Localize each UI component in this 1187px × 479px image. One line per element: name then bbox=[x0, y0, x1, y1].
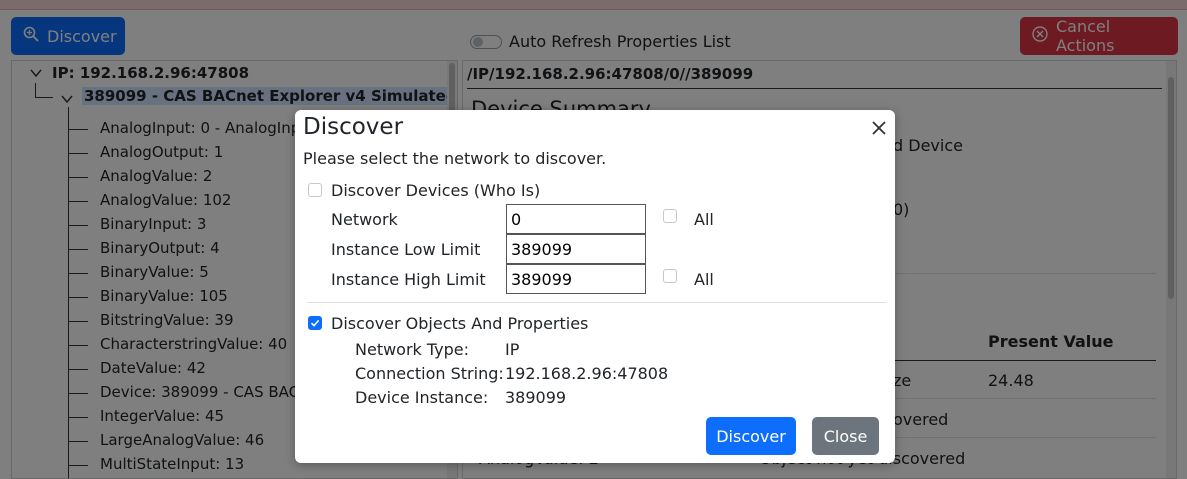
instance-all-label: All bbox=[694, 270, 714, 289]
dialog-discover-button[interactable]: Discover bbox=[706, 417, 796, 455]
discover-devices-checkbox[interactable] bbox=[308, 183, 322, 197]
dialog-subtitle: Please select the network to discover. bbox=[303, 149, 607, 168]
discover-objects-label: Discover Objects And Properties bbox=[331, 314, 589, 333]
network-type-label: Network Type: bbox=[355, 340, 470, 359]
device-instance-value: 389099 bbox=[505, 388, 567, 407]
close-icon[interactable] bbox=[869, 118, 889, 138]
instance-high-input[interactable] bbox=[506, 264, 646, 294]
discover-devices-label: Discover Devices (Who Is) bbox=[331, 181, 541, 200]
network-type-value: IP bbox=[505, 340, 520, 359]
dialog-discover-label: Discover bbox=[716, 426, 786, 446]
network-input[interactable] bbox=[506, 204, 646, 234]
network-all-checkbox[interactable] bbox=[663, 209, 677, 223]
instance-low-input[interactable] bbox=[506, 234, 646, 264]
instance-low-label: Instance Low Limit bbox=[331, 240, 481, 259]
connection-string-label: Connection String: bbox=[355, 364, 504, 383]
discover-dialog: Discover Please select the network to di… bbox=[295, 110, 895, 463]
discover-objects-checkbox[interactable] bbox=[308, 316, 322, 330]
check-icon bbox=[310, 319, 320, 327]
dialog-close-button[interactable]: Close bbox=[812, 417, 879, 455]
instance-high-label: Instance High Limit bbox=[331, 270, 486, 289]
divider bbox=[307, 302, 887, 303]
dialog-close-label: Close bbox=[823, 426, 868, 446]
dialog-title: Discover bbox=[303, 114, 404, 140]
connection-string-value: 192.168.2.96:47808 bbox=[505, 364, 669, 383]
device-instance-label: Device Instance: bbox=[355, 388, 489, 407]
network-all-label: All bbox=[694, 210, 714, 229]
network-label: Network bbox=[331, 210, 398, 229]
instance-all-checkbox[interactable] bbox=[663, 269, 677, 283]
